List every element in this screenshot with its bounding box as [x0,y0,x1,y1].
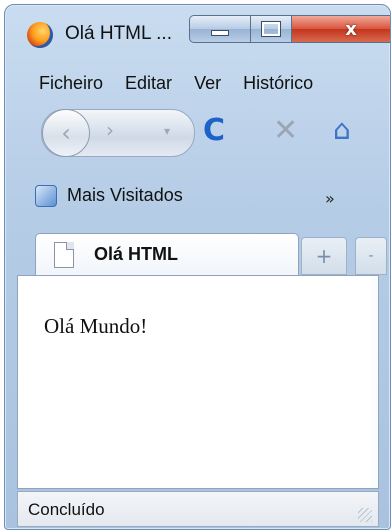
menu-item-editar[interactable]: Editar [125,73,172,94]
tab-ola-html[interactable]: Olá HTML [35,233,299,276]
reload-icon[interactable]: C [203,113,225,148]
back-arrow-icon: ‹ [61,119,71,147]
tab-label: Olá HTML [94,244,178,264]
bookmarks-overflow-icon[interactable]: » [325,189,335,208]
stop-icon[interactable]: ✕ [273,113,298,148]
status-text: Concluído [28,500,105,519]
title-bar[interactable]: Olá HTML ... x [5,5,390,61]
page-content: Olá Mundo! [17,275,379,489]
page-icon [54,242,74,268]
menu-item-historico[interactable]: Histórico [243,73,313,94]
scrollbar[interactable] [370,276,378,488]
menu-bar: Ficheiro Editar Ver Histórico [11,65,390,101]
history-dropdown-icon[interactable]: ▾ [164,124,170,138]
forward-button[interactable]: › [106,118,114,142]
tab-strip: Olá HTML + - [5,219,390,276]
plus-icon: + [315,244,333,268]
maximize-icon [261,21,281,37]
menu-item-ver[interactable]: Ver [194,73,221,94]
close-button[interactable]: x [292,15,390,43]
back-button[interactable]: ‹ [42,109,90,157]
home-icon[interactable]: ⌂ [333,113,351,146]
resize-grip-icon[interactable] [358,508,372,522]
minimize-button[interactable] [189,15,251,43]
bookmarks-toolbar: Mais Visitados [35,183,390,213]
firefox-icon [27,22,53,48]
maximize-button[interactable] [251,15,292,43]
most-visited-icon [35,185,57,207]
tab-list-button[interactable]: - [355,237,387,275]
new-tab-button[interactable]: + [301,237,347,275]
back-forward-group: ‹ › ▾ [41,109,195,157]
close-icon: x [345,18,357,40]
minimize-icon [211,30,229,36]
window-title: Olá HTML ... [65,23,172,44]
page-body-text: Olá Mundo! [44,314,148,338]
tab-list-icon: - [368,248,374,264]
menu-item-ficheiro[interactable]: Ficheiro [39,73,103,94]
bookmark-most-visited[interactable]: Mais Visitados [67,185,183,206]
window-controls: x [189,15,390,43]
browser-window: Olá HTML ... x Ficheiro Editar Ver Histó… [4,4,391,530]
status-bar: Concluído [17,491,379,527]
